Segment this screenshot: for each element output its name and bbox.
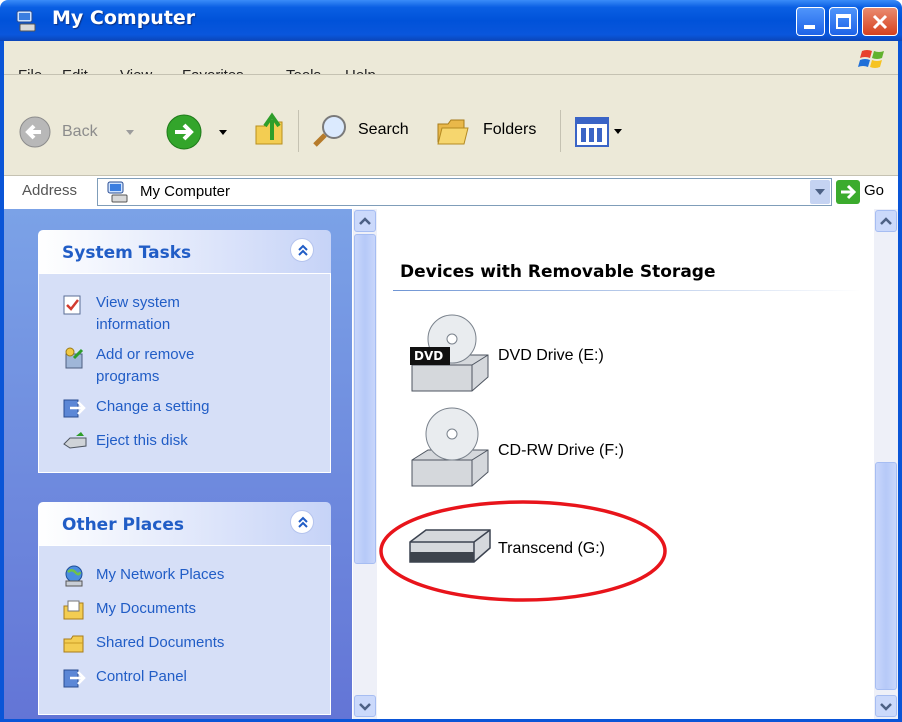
folder-up-icon[interactable]: [252, 110, 290, 150]
chevron-down-icon: [815, 189, 825, 195]
chevron-up-icon: [359, 217, 371, 225]
place-control-panel[interactable]: Control Panel: [62, 666, 312, 690]
group-divider: [393, 290, 861, 291]
address-dropdown-button[interactable]: [810, 180, 830, 204]
device-label: CD-RW Drive (F:): [498, 442, 624, 459]
task-add-remove-programs[interactable]: Add or remove programs: [62, 344, 312, 388]
forward-arrow-icon: [166, 114, 202, 150]
my-computer-icon: [16, 10, 36, 32]
documents-folder-icon: [63, 600, 84, 620]
address-value: My Computer: [140, 183, 231, 200]
cd-drive-icon: [411, 407, 489, 487]
task-eject-disk[interactable]: Eject this disk: [62, 430, 312, 454]
minimize-button[interactable]: [796, 7, 825, 36]
task-label: Change a setting: [96, 398, 210, 415]
chevron-down-icon: [880, 703, 892, 711]
my-computer-address-icon: [107, 181, 128, 203]
chevron-down-icon: [359, 703, 371, 711]
double-chevron-up-icon: [298, 516, 308, 528]
device-cd-rw-drive[interactable]: CD-RW Drive (F:): [408, 400, 668, 492]
maximize-button[interactable]: [829, 7, 858, 36]
shared-folder-icon: [63, 635, 84, 653]
search-icon: [313, 115, 346, 147]
forward-button[interactable]: [165, 113, 240, 151]
back-dropdown-arrow-icon: [126, 130, 134, 135]
place-shared-documents[interactable]: Shared Documents: [62, 632, 312, 656]
network-places-icon: [65, 565, 83, 587]
place-label: Control Panel: [96, 668, 187, 685]
search-label: Search: [358, 121, 409, 138]
task-label: Eject this disk: [96, 432, 188, 449]
other-places-title: Other Places: [62, 515, 184, 535]
group-heading: Devices with Removable Storage: [400, 262, 716, 282]
content-scroll-up[interactable]: [875, 210, 897, 232]
folders-button[interactable]: Folders: [432, 112, 552, 150]
place-network[interactable]: My Network Places: [62, 564, 312, 588]
content-scroll-down[interactable]: [875, 695, 897, 717]
task-change-setting[interactable]: Change a setting: [62, 396, 312, 420]
back-button[interactable]: Back: [18, 115, 143, 149]
window-frame-left: [0, 41, 4, 722]
eject-icon: [63, 432, 87, 449]
window-title: My Computer: [52, 7, 196, 29]
close-button[interactable]: [862, 7, 898, 36]
double-chevron-up-icon: [298, 244, 308, 256]
system-tasks-collapse-button[interactable]: [290, 238, 314, 262]
go-arrow-icon[interactable]: [836, 180, 860, 204]
close-icon: [872, 14, 888, 30]
control-panel-icon: [63, 669, 86, 688]
device-dvd-drive[interactable]: DVD DVD Drive (E:): [408, 305, 668, 395]
dvd-badge: DVD: [414, 349, 444, 363]
views-dropdown-arrow-icon: [614, 129, 622, 134]
control-panel-icon: [63, 399, 86, 418]
search-button[interactable]: Search: [310, 112, 420, 150]
task-pane-scroll-up[interactable]: [354, 210, 376, 232]
forward-dropdown-arrow-icon: [219, 130, 227, 135]
folders-label: Folders: [483, 121, 537, 138]
device-label: DVD Drive (E:): [498, 347, 604, 364]
place-label: My Network Places: [96, 566, 225, 583]
system-tasks-title: System Tasks: [62, 243, 192, 263]
chevron-up-icon: [880, 217, 892, 225]
task-label: Add or remove programs: [96, 346, 195, 385]
go-button[interactable]: Go: [864, 182, 884, 199]
views-button[interactable]: [574, 116, 636, 148]
other-places-collapse-button[interactable]: [290, 510, 314, 534]
back-arrow-icon: [19, 116, 51, 148]
highlight-circle: [379, 500, 667, 602]
system-info-icon: [63, 295, 81, 315]
folders-icon: [437, 119, 469, 145]
windows-logo-icon: [858, 50, 884, 68]
place-label: Shared Documents: [96, 634, 225, 651]
task-label: View system information: [96, 294, 180, 333]
place-my-documents[interactable]: My Documents: [62, 598, 312, 622]
add-remove-icon: [65, 347, 84, 369]
back-label: Back: [62, 123, 98, 140]
views-icon: [575, 117, 609, 147]
place-label: My Documents: [96, 600, 197, 617]
task-pane-scroll-thumb[interactable]: [354, 234, 376, 564]
content-scroll-thumb[interactable]: [875, 462, 897, 690]
task-view-system-info[interactable]: View system information: [62, 292, 312, 336]
window-frame-right: [898, 41, 902, 722]
task-pane-scroll-down[interactable]: [354, 695, 376, 717]
address-label: Address: [22, 182, 78, 199]
